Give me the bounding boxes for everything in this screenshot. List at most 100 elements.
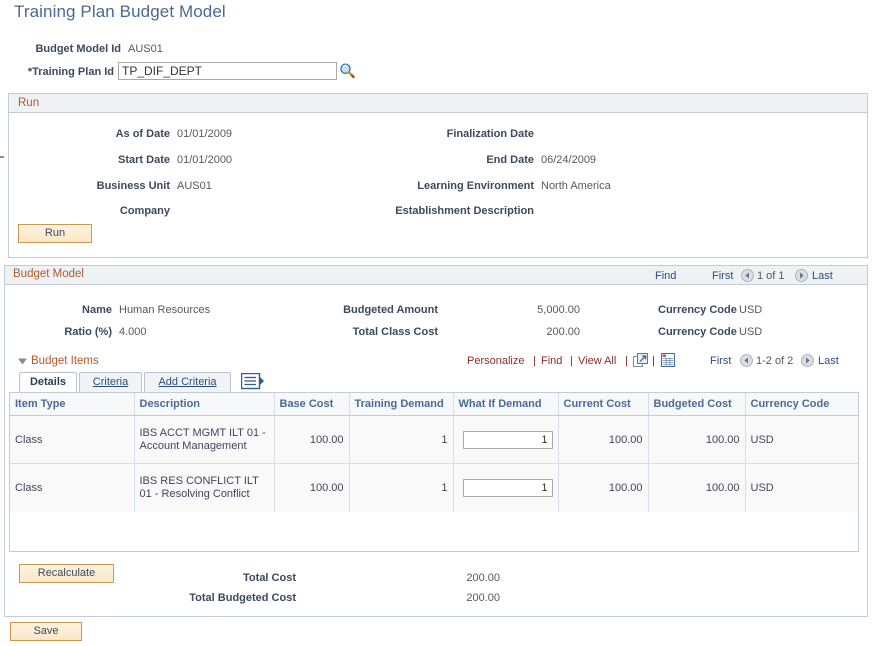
triangle-down-icon[interactable] (17, 356, 28, 370)
currency-code-value-2: USD (739, 326, 762, 338)
tab-details[interactable]: Details (19, 372, 77, 392)
budget-items-grid: Item Type Description Base Cost Training… (9, 392, 859, 552)
save-button[interactable]: Save (10, 622, 82, 641)
training-plan-budget-model-page: Training Plan Budget Model Budget Model … (0, 0, 877, 646)
budget-model-title: Budget Model (13, 268, 84, 280)
total-class-cost-value: 200.00 (460, 326, 580, 338)
link-separator-2: | (570, 355, 573, 367)
search-icon[interactable] (338, 62, 356, 80)
budget-model-first-link[interactable]: First (712, 270, 733, 282)
total-cost-value: 200.00 (400, 572, 500, 584)
run-panel: Run (8, 93, 868, 258)
total-budgeted-cost-value: 200.00 (400, 592, 500, 604)
budget-model-id-value: AUS01 (128, 43, 163, 55)
start-date-value: 01/01/2000 (177, 154, 232, 166)
column-header-current-cost[interactable]: Current Cost (558, 393, 648, 416)
grid-layout-icon[interactable] (661, 353, 675, 370)
end-date-value: 06/24/2009 (541, 154, 596, 166)
budget-items-title: Budget Items (31, 355, 99, 367)
currency-code-value-1: USD (739, 304, 762, 316)
budget-model-header-bar (5, 266, 867, 285)
cell-description: IBS ACCT MGMT ILT 01 - Account Managemen… (134, 416, 274, 464)
name-value: Human Resources (119, 304, 210, 316)
column-header-training-demand[interactable]: Training Demand (349, 393, 453, 416)
column-header-currency-code[interactable]: Currency Code (745, 393, 858, 416)
run-panel-title: Run (9, 94, 867, 113)
personalize-link[interactable]: Personalize (467, 355, 524, 367)
what-if-demand-input[interactable] (463, 479, 553, 497)
run-button[interactable]: Run (18, 224, 92, 243)
total-budgeted-cost-label: Total Budgeted Cost (130, 592, 296, 604)
tab-add-criteria[interactable]: Add Criteria (144, 372, 231, 392)
budget-items-first-link[interactable]: First (710, 355, 731, 367)
budget-items-counter: 1-2 of 2 (756, 355, 793, 367)
learning-environment-label: Learning Environment (340, 180, 534, 192)
link-separator-3: | (625, 355, 628, 367)
cell-base-cost: 100.00 (274, 464, 349, 512)
link-separator-4: | (652, 355, 655, 367)
recalculate-button[interactable]: Recalculate (19, 564, 114, 583)
cell-what-if-demand (453, 464, 558, 512)
company-label: Company (30, 205, 170, 217)
budget-items-find-link[interactable]: Find (541, 355, 562, 367)
next-rows-icon[interactable] (801, 354, 814, 367)
cell-what-if-demand (453, 416, 558, 464)
column-header-description[interactable]: Description (134, 393, 274, 416)
budget-model-find-link[interactable]: Find (655, 270, 676, 282)
show-all-columns-icon[interactable] (241, 373, 265, 393)
cell-current-cost: 100.00 (558, 464, 648, 512)
what-if-demand-input[interactable] (463, 431, 553, 449)
finalization-date-label: Finalization Date (340, 128, 534, 140)
next-page-icon[interactable] (795, 269, 808, 282)
budget-model-last-link[interactable]: Last (812, 270, 833, 282)
cell-description: IBS RES CONFLICT ILT 01 - Resolving Conf… (134, 464, 274, 512)
budgeted-amount-value: 5,000.00 (460, 304, 580, 316)
column-header-what-if-demand[interactable]: What If Demand (453, 393, 558, 416)
view-all-link[interactable]: View All (578, 355, 616, 367)
cell-budgeted-cost: 100.00 (648, 464, 745, 512)
table-row: Class IBS RES CONFLICT ILT 01 - Resolvin… (10, 464, 858, 512)
budget-model-id-label: Budget Model Id (14, 43, 121, 55)
cell-base-cost: 100.00 (274, 416, 349, 464)
business-unit-label: Business Unit (30, 180, 170, 192)
total-class-cost-label: Total Class Cost (270, 326, 438, 338)
budget-items-table: Item Type Description Base Cost Training… (10, 393, 858, 512)
name-label: Name (20, 304, 112, 316)
start-date-label: Start Date (30, 154, 170, 166)
total-cost-label: Total Cost (130, 572, 296, 584)
previous-page-icon[interactable] (741, 269, 754, 282)
end-date-label: End Date (340, 154, 534, 166)
column-header-base-cost[interactable]: Base Cost (274, 393, 349, 416)
table-header-row: Item Type Description Base Cost Training… (10, 393, 858, 416)
training-plan-id-label: *Training Plan Id (14, 66, 114, 78)
cell-training-demand: 1 (349, 464, 453, 512)
column-header-budgeted-cost[interactable]: Budgeted Cost (648, 393, 745, 416)
cell-training-demand: 1 (349, 416, 453, 464)
table-row: Class IBS ACCT MGMT ILT 01 - Account Man… (10, 416, 858, 464)
learning-environment-value: North America (541, 180, 611, 192)
download-to-excel-icon[interactable] (633, 353, 648, 371)
budgeted-amount-label: Budgeted Amount (270, 304, 438, 316)
training-plan-id-input[interactable] (118, 62, 337, 80)
business-unit-value: AUS01 (177, 180, 212, 192)
as-of-date-value: 01/01/2009 (177, 128, 232, 140)
establishment-description-label: Establishment Description (340, 205, 534, 217)
ratio-value: 4.000 (119, 326, 147, 338)
cell-currency-code: USD (745, 416, 858, 464)
link-separator-1: | (533, 355, 536, 367)
cell-item-type: Class (10, 464, 134, 512)
currency-code-label-2: Currency Code (658, 326, 737, 338)
cell-currency-code: USD (745, 464, 858, 512)
tab-criteria-label: Criteria (93, 376, 128, 388)
ratio-label: Ratio (%) (20, 326, 112, 338)
tab-criteria[interactable]: Criteria (79, 372, 142, 392)
previous-rows-icon[interactable] (740, 354, 753, 367)
column-header-item-type[interactable]: Item Type (10, 393, 134, 416)
cell-current-cost: 100.00 (558, 416, 648, 464)
page-title: Training Plan Budget Model (14, 2, 226, 22)
as-of-date-label: As of Date (30, 128, 170, 140)
currency-code-label-1: Currency Code (658, 304, 737, 316)
cell-budgeted-cost: 100.00 (648, 416, 745, 464)
budget-model-counter: 1 of 1 (757, 270, 785, 282)
budget-items-last-link[interactable]: Last (818, 355, 839, 367)
